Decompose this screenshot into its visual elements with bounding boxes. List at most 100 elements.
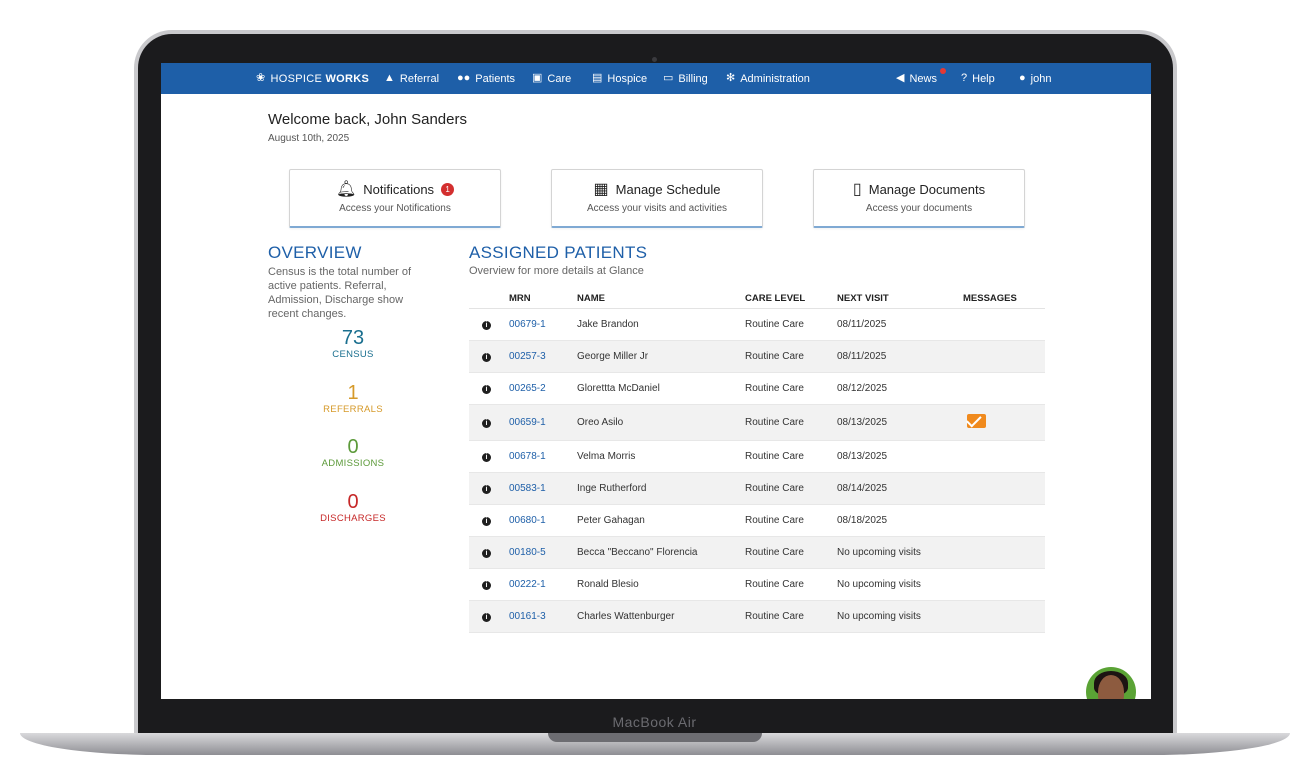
mrn-link[interactable]: 00257-3 xyxy=(509,351,546,362)
card-title-row: ▯ Manage Documents xyxy=(814,179,1024,199)
table-row[interactable]: i 00678-1 Velma Morris Routine Care 08/13/20… xyxy=(469,440,1045,473)
nav-label: Hospice xyxy=(607,72,648,85)
support-chat-button[interactable] xyxy=(1086,667,1136,699)
card-title: Manage Documents xyxy=(868,181,986,197)
table-row[interactable]: i 00679-1 Jake Brandon Routine Care 08/11/20… xyxy=(469,308,1045,341)
mrn-link[interactable]: 00583-1 xyxy=(509,483,546,494)
stat-discharges[interactable]: 0 DISCHARGES xyxy=(273,491,433,524)
nav-care[interactable]: ▣ Care xyxy=(532,63,571,94)
messages-cell xyxy=(963,472,1045,505)
stat-census[interactable]: 73 CENSUS xyxy=(273,327,433,360)
logo-prefix: HOSPICE xyxy=(270,72,326,85)
table-row[interactable]: i 00222-1 Ronald Blesio Routine Care No upco… xyxy=(469,568,1045,601)
nav-patients[interactable]: ●● Patients xyxy=(457,63,515,94)
mrn-link[interactable]: 00180-5 xyxy=(509,547,546,558)
app-screen: ❀ HOSPICE WORKS ▲ Referral ●● Patients ▣ Ca… xyxy=(161,63,1151,699)
table-row[interactable]: i 00659-1 Oreo Asilo Routine Care 08/13/2025 xyxy=(469,404,1045,441)
info-cell: i xyxy=(469,372,509,405)
nav-label: Administration xyxy=(740,72,810,85)
next-visit-cell: 08/11/2025 xyxy=(837,308,963,341)
table-row[interactable]: i 00180-5 Becca "Beccano" Florencia Routine… xyxy=(469,536,1045,569)
bell-icon: 🔔︎ xyxy=(335,181,357,198)
nav-administration[interactable]: ✻ Administration xyxy=(726,63,810,94)
info-icon[interactable]: i xyxy=(482,613,491,622)
name-cell: Inge Rutherford xyxy=(577,472,745,505)
name-cell: Charles Wattenburger xyxy=(577,600,745,633)
nav-hospice[interactable]: ▤ Hospice xyxy=(592,63,647,94)
manage-documents-card[interactable]: ▯ Manage Documents Access your documents xyxy=(813,169,1025,228)
care-level-cell: Routine Care xyxy=(745,568,837,601)
nav-billing[interactable]: ▭ Billing xyxy=(663,63,708,94)
megaphone-icon: ◀ xyxy=(896,72,905,84)
messages-cell xyxy=(963,504,1045,537)
info-icon[interactable]: i xyxy=(482,581,491,590)
info-icon[interactable]: i xyxy=(482,385,491,394)
column-header[interactable]: MRN xyxy=(509,288,577,309)
laptop-notch xyxy=(548,733,762,742)
mrn-link[interactable]: 00161-3 xyxy=(509,611,546,622)
info-cell: i xyxy=(469,472,509,505)
info-icon[interactable]: i xyxy=(482,549,491,558)
overview-title: OVERVIEW xyxy=(268,243,362,262)
mrn-link[interactable]: 00265-2 xyxy=(509,383,546,394)
nav-referral[interactable]: ▲ Referral xyxy=(384,63,439,94)
messages-cell xyxy=(963,308,1045,341)
mrn-cell: 00659-1 xyxy=(509,404,577,441)
user-icon: ● xyxy=(1019,72,1026,84)
nav-news[interactable]: ◀ News xyxy=(896,63,946,94)
question-icon: ? xyxy=(961,72,968,84)
card-title-row: ▦ Manage Schedule xyxy=(552,179,762,199)
mrn-link[interactable]: 00680-1 xyxy=(509,515,546,526)
info-icon[interactable]: i xyxy=(482,419,491,428)
stat-admissions[interactable]: 0 ADMISSIONS xyxy=(273,436,433,469)
info-icon[interactable]: i xyxy=(482,517,491,526)
column-header[interactable]: NEXT VISIT xyxy=(837,288,963,309)
column-header[interactable]: NAME xyxy=(577,288,745,309)
table-row[interactable]: i 00257-3 George Miller Jr Routine Care 08/1… xyxy=(469,340,1045,373)
info-cell: i xyxy=(469,504,509,537)
table-row[interactable]: i 00265-2 Glorettta McDaniel Routine Care 08… xyxy=(469,372,1045,405)
stat-value: 0 xyxy=(347,491,359,513)
stat-referrals[interactable]: 1 REFERRALS xyxy=(273,382,433,415)
app-logo[interactable]: ❀ HOSPICE WORKS xyxy=(256,63,369,94)
care-level-cell: Routine Care xyxy=(745,340,837,373)
next-visit-cell: 08/13/2025 xyxy=(837,440,963,473)
mrn-link[interactable]: 00659-1 xyxy=(509,417,546,428)
next-visit-cell: No upcoming visits xyxy=(837,536,963,569)
column-header[interactable]: MESSAGES xyxy=(963,288,1045,309)
column-header[interactable]: CARE LEVEL xyxy=(745,288,837,309)
patients-table: MRN NAME CARE LEVEL NEXT VISIT MESSAGES … xyxy=(469,288,1045,633)
info-cell: i xyxy=(469,536,509,569)
nav-help[interactable]: ? Help xyxy=(961,63,995,94)
next-visit-cell: 08/13/2025 xyxy=(837,404,963,441)
mrn-cell: 00180-5 xyxy=(509,536,577,569)
info-icon[interactable]: i xyxy=(482,453,491,462)
column-header xyxy=(469,288,509,309)
welcome-title: Welcome back, John Sanders xyxy=(268,111,467,128)
info-icon[interactable]: i xyxy=(482,321,491,330)
nav-user[interactable]: ● john xyxy=(1019,63,1051,94)
messages-cell xyxy=(963,372,1045,405)
messages-cell xyxy=(963,600,1045,633)
table-row[interactable]: i 00680-1 Peter Gahagan Routine Care 08/18/2… xyxy=(469,504,1045,537)
mrn-link[interactable]: 00678-1 xyxy=(509,451,546,462)
info-cell: i xyxy=(469,440,509,473)
notifications-card[interactable]: 🔔︎ Notifications 1 Access your Notificat… xyxy=(289,169,501,228)
building-icon: ▤ xyxy=(592,72,603,84)
manage-schedule-card[interactable]: ▦ Manage Schedule Access your visits and… xyxy=(551,169,763,228)
mrn-link[interactable]: 00679-1 xyxy=(509,319,546,330)
stat-label: REFERRALS xyxy=(323,404,383,415)
info-icon[interactable]: i xyxy=(482,485,491,494)
assigned-patients-subtitle: Overview for more details at Glance xyxy=(469,265,644,277)
messages-cell xyxy=(963,404,1045,441)
envelope-icon[interactable] xyxy=(967,414,986,428)
welcome-date: August 10th, 2025 xyxy=(268,133,350,144)
camera-icon xyxy=(652,57,657,62)
info-icon[interactable]: i xyxy=(482,353,491,362)
mrn-link[interactable]: 00222-1 xyxy=(509,579,546,590)
table-row[interactable]: i 00161-3 Charles Wattenburger Routine Care… xyxy=(469,600,1045,633)
table-row[interactable]: i 00583-1 Inge Rutherford Routine Care 08/14… xyxy=(469,472,1045,505)
nav-label: News xyxy=(909,72,937,85)
mrn-cell: 00257-3 xyxy=(509,340,577,373)
overview-description: Census is the total number of active pat… xyxy=(268,266,412,320)
